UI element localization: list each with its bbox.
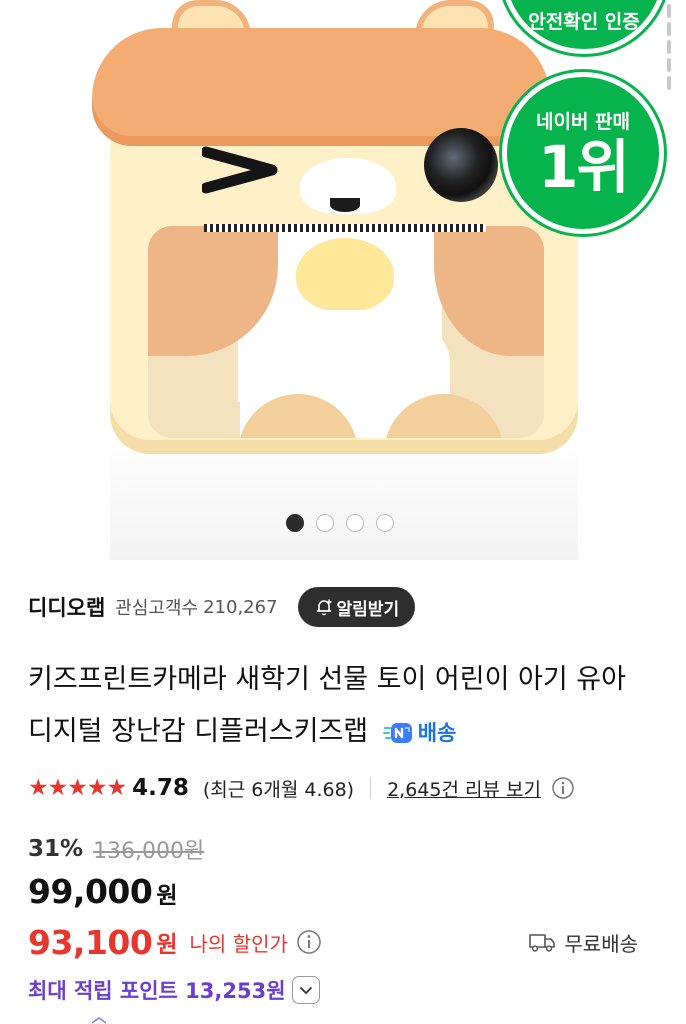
carousel-dot[interactable] <box>376 514 394 532</box>
info-icon[interactable] <box>551 776 575 800</box>
naver-rank-badge: 네이버 판매 1위 <box>502 72 664 234</box>
product-image-carousel[interactable]: 안전확인 인증 네이버 판매 1위 <box>0 0 686 572</box>
rating-value: 4.78 <box>132 775 189 801</box>
rating-recent: (최근 6개월 4.68) <box>202 778 355 801</box>
sale-price-row: 99,000 원 <box>28 872 178 916</box>
rank-badge-line1: 네이버 판매 <box>535 111 630 133</box>
points-expand-button[interactable] <box>291 976 320 1004</box>
bell-plus-icon <box>316 599 332 616</box>
followers-count: 210,267 <box>203 596 278 618</box>
followers-label: 관심고객수 <box>115 598 199 619</box>
product-title: 키즈프린트카메라 새학기 선물 토이 어린이 아기 유아 디지털 장난감 디플러… <box>28 654 658 759</box>
store-row: 디디오랩 관심고객수 210,267 알림받기 <box>28 585 668 629</box>
n-delivery-badge[interactable]: 배송 <box>382 707 457 759</box>
rating-divider <box>370 777 372 799</box>
sale-price: 99,000 <box>28 872 153 911</box>
my-price-label: 나의 할인가 <box>189 931 288 956</box>
n-delivery-icon <box>382 722 412 743</box>
chevron-up-icon <box>91 1017 107 1024</box>
store-name-link[interactable]: 디디오랩 <box>28 592 105 622</box>
chevron-down-icon <box>299 987 312 994</box>
shipping-label: 무료배송 <box>564 931 638 956</box>
camera-lens <box>424 128 498 202</box>
review-link[interactable]: 2,645건 리뷰 보기 <box>387 775 541 802</box>
sale-price-unit: 원 <box>156 883 178 909</box>
safety-cert-label: 안전확인 인증 <box>528 11 640 33</box>
carousel-dots <box>286 514 394 532</box>
original-price: 136,000원 <box>93 839 205 864</box>
print-slot <box>204 224 486 232</box>
carousel-dot[interactable] <box>346 514 364 532</box>
carousel-dot[interactable] <box>316 514 334 532</box>
carousel-dot[interactable] <box>286 514 304 532</box>
rating-row: ★★★★★ 4.78 (최근 6개월 4.68) 2,645건 리뷰 보기 <box>28 770 668 806</box>
printed-photo <box>148 226 544 438</box>
alarm-button-label: 알림받기 <box>336 599 400 620</box>
my-price-unit: 원 <box>156 932 178 958</box>
my-price-info-icon[interactable] <box>296 929 322 955</box>
free-shipping: 무료배송 <box>528 928 638 957</box>
discount-rate: 31% <box>28 836 84 862</box>
delivery-label: 배송 <box>417 720 457 745</box>
my-price-row: 93,100 원 나의 할인가 무료배송 <box>28 920 668 964</box>
camera-nose <box>330 198 360 212</box>
points-row[interactable]: 최대 적립 포인트 13,253원 <box>28 972 320 1008</box>
page-scroll-indicator <box>666 0 672 118</box>
original-price-row: 31% 136,000원 <box>28 832 204 866</box>
product-title-text: 키즈프린트카메라 새학기 선물 토이 어린이 아기 유아 디지털 장난감 디플러… <box>28 664 626 747</box>
alarm-subscribe-button[interactable]: 알림받기 <box>297 587 416 627</box>
rating-stars: ★★★★★ <box>28 775 127 801</box>
wink-eye-icon <box>202 146 278 194</box>
camera-hat <box>92 28 550 146</box>
max-points-label: 최대 적립 포인트 13,253원 <box>28 979 286 1003</box>
truck-icon <box>529 934 556 952</box>
my-discount-price: 93,100 <box>28 922 153 962</box>
rank-badge-line2: 1위 <box>538 133 630 201</box>
